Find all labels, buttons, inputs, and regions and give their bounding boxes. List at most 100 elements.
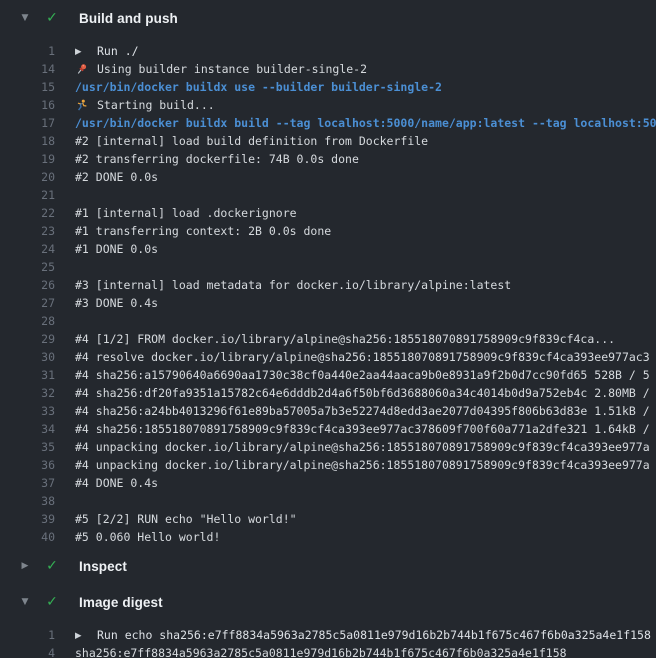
line-number[interactable]: 1 bbox=[0, 42, 55, 60]
line-text: #2 [internal] load build definition from… bbox=[75, 132, 428, 150]
line-number[interactable]: 16 bbox=[0, 96, 55, 114]
chevron-down-icon: ▼ bbox=[19, 13, 31, 23]
line-text: ▶Run ./ bbox=[75, 42, 139, 60]
log-line: 21 bbox=[0, 186, 656, 204]
line-number[interactable]: 26 bbox=[0, 276, 55, 294]
log-line: 39 #5 [2/2] RUN echo "Hello world!" bbox=[0, 510, 656, 528]
line-text: ▶Run echo sha256:e7ff8834a5963a2785c5a08… bbox=[75, 626, 651, 644]
section-header-build-and-push[interactable]: ▼ ✓ Build and push bbox=[0, 0, 656, 36]
line-number[interactable]: 36 bbox=[0, 456, 55, 474]
log-line: 25 bbox=[0, 258, 656, 276]
section-inspect: ▶ ✓ Inspect bbox=[0, 548, 656, 584]
line-text: sha256:e7ff8834a5963a2785c5a0811e979d16b… bbox=[75, 644, 567, 658]
line-number[interactable]: 27 bbox=[0, 294, 55, 312]
section-header-inspect[interactable]: ▶ ✓ Inspect bbox=[0, 548, 656, 584]
check-success-icon: ✓ bbox=[44, 10, 60, 26]
section-title: Inspect bbox=[79, 559, 127, 574]
section-image-digest: ▼ ✓ Image digest 1 ▶Run echo sha256:e7ff… bbox=[0, 584, 656, 658]
line-text: #4 resolve docker.io/library/alpine@sha2… bbox=[75, 348, 650, 366]
line-text: #3 DONE 0.4s bbox=[75, 294, 158, 312]
line-number[interactable]: 39 bbox=[0, 510, 55, 528]
log-line: 36 #4 unpacking docker.io/library/alpine… bbox=[0, 456, 656, 474]
log-line: 40 #5 0.060 Hello world! bbox=[0, 528, 656, 546]
line-number[interactable]: 31 bbox=[0, 366, 55, 384]
expand-run-icon[interactable]: ▶ bbox=[75, 43, 97, 61]
line-text: Using builder instance builder-single-2 bbox=[75, 60, 367, 78]
line-number[interactable]: 23 bbox=[0, 222, 55, 240]
line-text: #4 unpacking docker.io/library/alpine@sh… bbox=[75, 438, 650, 456]
log-line: 28 bbox=[0, 312, 656, 330]
section-header-image-digest[interactable]: ▼ ✓ Image digest bbox=[0, 584, 656, 620]
section-build-and-push: ▼ ✓ Build and push 1 ▶Run ./ 14 Using bu… bbox=[0, 0, 656, 548]
line-number[interactable]: 18 bbox=[0, 132, 55, 150]
line-number[interactable]: 37 bbox=[0, 474, 55, 492]
log-line: 38 bbox=[0, 492, 656, 510]
log-line: 22 #1 [internal] load .dockerignore bbox=[0, 204, 656, 222]
log-line: 24 #1 DONE 0.0s bbox=[0, 240, 656, 258]
line-text: #3 [internal] load metadata for docker.i… bbox=[75, 276, 511, 294]
runner-icon bbox=[75, 97, 97, 115]
line-number[interactable]: 32 bbox=[0, 384, 55, 402]
pushpin-icon bbox=[75, 61, 97, 79]
chevron-right-icon: ▶ bbox=[19, 561, 31, 571]
log-line: 34 #4 sha256:185518070891758909c9f839cf4… bbox=[0, 420, 656, 438]
line-number[interactable]: 24 bbox=[0, 240, 55, 258]
line-number[interactable]: 34 bbox=[0, 420, 55, 438]
line-number[interactable]: 20 bbox=[0, 168, 55, 186]
log-line: 27 #3 DONE 0.4s bbox=[0, 294, 656, 312]
log-line: 1 ▶Run echo sha256:e7ff8834a5963a2785c5a… bbox=[0, 626, 656, 644]
line-number[interactable]: 17 bbox=[0, 114, 55, 132]
line-number[interactable]: 14 bbox=[0, 60, 55, 78]
line-number[interactable]: 22 bbox=[0, 204, 55, 222]
line-text: #1 [internal] load .dockerignore bbox=[75, 204, 297, 222]
section-log-lines: 1 ▶Run ./ 14 Using builder instance buil… bbox=[0, 36, 656, 548]
line-text: #2 DONE 0.0s bbox=[75, 168, 158, 186]
line-text: #4 unpacking docker.io/library/alpine@sh… bbox=[75, 456, 650, 474]
log-line: 26 #3 [internal] load metadata for docke… bbox=[0, 276, 656, 294]
line-text: #1 DONE 0.0s bbox=[75, 240, 158, 258]
line-number[interactable]: 35 bbox=[0, 438, 55, 456]
line-number[interactable]: 15 bbox=[0, 78, 55, 96]
workflow-log: ▼ ✓ Build and push 1 ▶Run ./ 14 Using bu… bbox=[0, 0, 656, 658]
section-log-lines: 1 ▶Run echo sha256:e7ff8834a5963a2785c5a… bbox=[0, 620, 656, 658]
line-number[interactable]: 25 bbox=[0, 258, 55, 276]
log-line: 14 Using builder instance builder-single… bbox=[0, 60, 656, 78]
log-line: 20 #2 DONE 0.0s bbox=[0, 168, 656, 186]
log-line: 35 #4 unpacking docker.io/library/alpine… bbox=[0, 438, 656, 456]
line-text: #4 sha256:df20fa9351a15782c64e6dddb2d4a6… bbox=[75, 384, 650, 402]
line-text: #4 sha256:a24bb4013296f61e89ba57005a7b3e… bbox=[75, 402, 650, 420]
line-number[interactable]: 1 bbox=[0, 626, 55, 644]
log-line: 17 /usr/bin/docker buildx build --tag lo… bbox=[0, 114, 656, 132]
line-number[interactable]: 4 bbox=[0, 644, 55, 658]
line-text: #5 0.060 Hello world! bbox=[75, 528, 220, 546]
line-text: /usr/bin/docker buildx use --builder bui… bbox=[75, 78, 442, 96]
line-text: #5 [2/2] RUN echo "Hello world!" bbox=[75, 510, 297, 528]
check-success-icon: ✓ bbox=[44, 594, 60, 610]
line-number[interactable]: 19 bbox=[0, 150, 55, 168]
log-line: 4 sha256:e7ff8834a5963a2785c5a0811e979d1… bbox=[0, 644, 656, 658]
section-title: Build and push bbox=[79, 11, 178, 26]
line-number[interactable]: 30 bbox=[0, 348, 55, 366]
line-number[interactable]: 29 bbox=[0, 330, 55, 348]
line-text: /usr/bin/docker buildx build --tag local… bbox=[75, 114, 656, 132]
check-success-icon: ✓ bbox=[44, 558, 60, 574]
line-number[interactable]: 38 bbox=[0, 492, 55, 510]
line-number[interactable]: 40 bbox=[0, 528, 55, 546]
line-text: #2 transferring dockerfile: 74B 0.0s don… bbox=[75, 150, 359, 168]
line-number[interactable]: 28 bbox=[0, 312, 55, 330]
log-line: 37 #4 DONE 0.4s bbox=[0, 474, 656, 492]
log-line: 33 #4 sha256:a24bb4013296f61e89ba57005a7… bbox=[0, 402, 656, 420]
line-text: #4 [1/2] FROM docker.io/library/alpine@s… bbox=[75, 330, 615, 348]
log-line: 16 Starting build... bbox=[0, 96, 656, 114]
line-number[interactable]: 33 bbox=[0, 402, 55, 420]
section-title: Image digest bbox=[79, 595, 163, 610]
line-number[interactable]: 21 bbox=[0, 186, 55, 204]
log-line: 19 #2 transferring dockerfile: 74B 0.0s … bbox=[0, 150, 656, 168]
log-line: 32 #4 sha256:df20fa9351a15782c64e6dddb2d… bbox=[0, 384, 656, 402]
expand-run-icon[interactable]: ▶ bbox=[75, 627, 97, 645]
log-line: 30 #4 resolve docker.io/library/alpine@s… bbox=[0, 348, 656, 366]
log-line: 23 #1 transferring context: 2B 0.0s done bbox=[0, 222, 656, 240]
chevron-down-icon: ▼ bbox=[19, 597, 31, 607]
line-text: #4 DONE 0.4s bbox=[75, 474, 158, 492]
line-text: #4 sha256:a15790640a6690aa1730c38cf0a440… bbox=[75, 366, 650, 384]
